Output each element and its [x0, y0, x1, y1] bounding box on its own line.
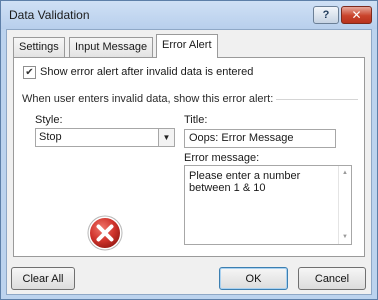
window-title: Data Validation: [9, 8, 90, 22]
cancel-button[interactable]: Cancel: [298, 267, 366, 290]
style-dropdown[interactable]: Stop ▼: [35, 128, 175, 147]
stop-error-icon: [87, 215, 123, 251]
title-input[interactable]: Oops: Error Message: [184, 129, 336, 148]
group-divider: [276, 99, 358, 100]
title-label: Title:: [184, 114, 208, 126]
title-bar[interactable]: Data Validation ? ✕: [1, 1, 377, 29]
show-alert-label[interactable]: Show error alert after invalid data is e…: [40, 66, 253, 78]
data-validation-window: Data Validation ? ✕ Settings Input Messa…: [0, 0, 378, 300]
chevron-down-icon[interactable]: ▼: [158, 129, 174, 146]
scroll-down-icon[interactable]: ▼: [339, 231, 351, 243]
error-message-text: Please enter a number between 1 & 10: [189, 170, 301, 194]
close-button[interactable]: ✕: [341, 6, 372, 24]
dialog-client-area: Settings Input Message Error Alert ✔ Sho…: [6, 29, 372, 295]
error-alert-panel: ✔ Show error alert after invalid data is…: [13, 57, 365, 257]
scroll-up-icon[interactable]: ▲: [339, 167, 351, 179]
tab-input-message[interactable]: Input Message: [69, 37, 154, 57]
clear-all-button[interactable]: Clear All: [11, 267, 75, 290]
help-button[interactable]: ?: [313, 6, 339, 24]
tab-error-alert[interactable]: Error Alert: [156, 34, 218, 58]
show-alert-checkbox[interactable]: ✔: [23, 66, 36, 79]
error-message-scrollbar[interactable]: ▲ ▼: [338, 166, 351, 244]
error-message-textarea[interactable]: Please enter a number between 1 & 10 ▲ ▼: [184, 165, 352, 245]
tab-settings[interactable]: Settings: [13, 37, 65, 57]
error-message-label: Error message:: [184, 152, 260, 164]
style-label: Style:: [35, 114, 63, 126]
style-dropdown-value: Stop: [39, 131, 62, 143]
ok-button[interactable]: OK: [219, 267, 288, 290]
group-label: When user enters invalid data, show this…: [22, 93, 274, 105]
